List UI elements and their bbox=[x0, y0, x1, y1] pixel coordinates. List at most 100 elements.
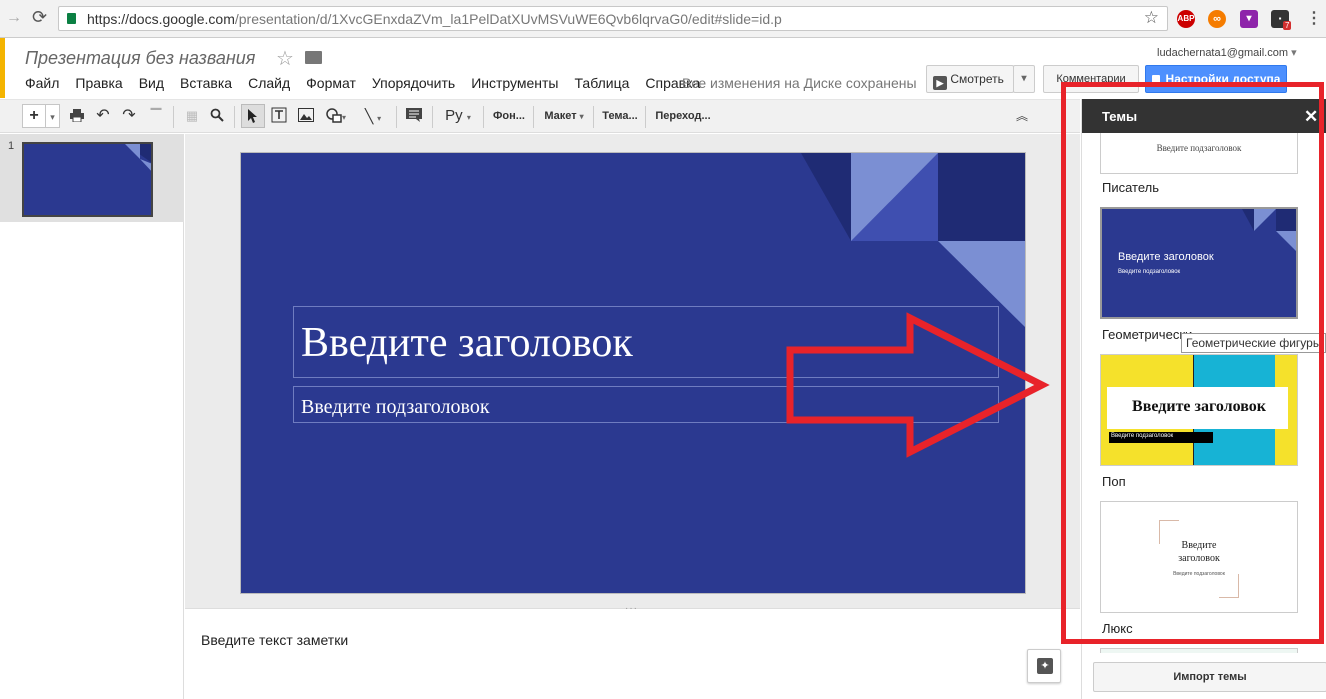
adblock-icon[interactable]: ABP bbox=[1177, 10, 1195, 28]
toolbar-divider bbox=[533, 106, 534, 128]
image-icon[interactable] bbox=[295, 104, 317, 128]
present-dropdown-button[interactable]: ▾ bbox=[1013, 65, 1035, 93]
chrome-menu-icon[interactable]: ⋮ bbox=[1306, 8, 1322, 28]
collapse-toolbar-icon[interactable]: ︽ bbox=[1012, 104, 1032, 128]
present-button[interactable]: ▶ Смотреть bbox=[926, 65, 1014, 93]
menu-slide[interactable]: Слайд bbox=[248, 75, 290, 93]
paint-format-icon[interactable]: ▔ bbox=[146, 104, 166, 128]
star-icon[interactable]: ☆ bbox=[276, 46, 294, 71]
undo-icon[interactable]: ↶ bbox=[93, 104, 113, 128]
menu-bar: Файл Правка Вид Вставка Слайд Формат Упо… bbox=[25, 75, 716, 93]
account-email-text: ludachernata1@gmail.com bbox=[1157, 47, 1289, 59]
notes-placeholder: Введите текст заметки bbox=[201, 632, 349, 648]
theme-label-pop[interactable]: Поп bbox=[1102, 474, 1126, 489]
theme-thumbnail-luxe[interactable]: Введите заголовок Введите подзаголовок bbox=[1100, 501, 1298, 613]
bookmark-star-icon[interactable]: ☆ bbox=[1144, 8, 1159, 28]
toolbar-divider bbox=[645, 106, 646, 128]
chevron-down-icon: ▾ bbox=[466, 113, 471, 122]
menu-tools[interactable]: Инструменты bbox=[471, 75, 558, 93]
menu-table[interactable]: Таблица bbox=[575, 75, 630, 93]
theme-label-geometric[interactable]: Геометрически bbox=[1102, 327, 1192, 342]
url-host: https://docs.google.com bbox=[87, 11, 235, 27]
extension-count-badge: 7 bbox=[1283, 21, 1292, 30]
extension-basket-icon[interactable]: ▾ bbox=[1240, 10, 1258, 28]
account-email[interactable]: ludachernata1@gmail.com ▾ bbox=[1157, 46, 1297, 59]
input-tools-label: Ру bbox=[445, 107, 463, 124]
slide-thumbnail-selected[interactable]: 1 bbox=[0, 134, 184, 222]
explore-button[interactable]: ✦ bbox=[1027, 649, 1061, 683]
lock-icon bbox=[67, 13, 76, 24]
chevron-down-icon: ▾ bbox=[579, 112, 584, 121]
menu-edit[interactable]: Правка bbox=[75, 75, 122, 93]
luxe-corner-bottom bbox=[1219, 574, 1239, 598]
menu-format[interactable]: Формат bbox=[306, 75, 356, 93]
present-label: Смотреть bbox=[950, 72, 1004, 86]
slides-logo-bar bbox=[0, 38, 5, 98]
chevron-down-icon: ▾ bbox=[1291, 47, 1297, 59]
toolbar-divider bbox=[173, 106, 174, 128]
url-path: /presentation/d/1XvcGEnxdaZVm_la1PelDatX… bbox=[234, 11, 782, 27]
theme-thumbnail-next[interactable] bbox=[1100, 648, 1298, 653]
toolbar-divider bbox=[396, 106, 397, 128]
comments-button[interactable]: Комментарии bbox=[1043, 65, 1139, 93]
close-icon[interactable]: ✕ bbox=[1304, 107, 1318, 127]
themes-panel-header: Темы ✕ bbox=[1082, 99, 1326, 133]
reload-icon[interactable]: ⟳ bbox=[32, 7, 47, 28]
print-icon[interactable] bbox=[67, 104, 87, 128]
select-tool-icon[interactable] bbox=[241, 104, 265, 128]
save-status[interactable]: Все изменения на Диске сохранены bbox=[682, 75, 917, 91]
slide-title: Введите заголовок bbox=[301, 320, 633, 366]
import-theme-label: Импорт темы bbox=[1173, 671, 1247, 683]
notes-resize-handle[interactable]: ··· bbox=[625, 603, 638, 614]
new-slide-dropdown-icon[interactable]: ▾ bbox=[46, 104, 60, 128]
new-slide-button[interactable]: + bbox=[22, 104, 46, 128]
theme-thumbnail-writer[interactable]: Введите подзаголовок bbox=[1100, 133, 1298, 174]
menu-arrange[interactable]: Упорядочить bbox=[372, 75, 455, 93]
transition-button[interactable]: Переход... bbox=[651, 104, 715, 128]
comment-icon[interactable] bbox=[403, 104, 425, 128]
document-title[interactable]: Презентация без названия bbox=[25, 48, 255, 69]
line-icon[interactable]: ╲ ▾ bbox=[356, 104, 390, 128]
main-toolbar: + ▾ ↶ ↷ ▔ ▦ ▾ ╲ ▾ Ру ▾ Фон... Макет ▾ Те… bbox=[0, 99, 1080, 133]
themes-panel-title: Темы bbox=[1102, 109, 1138, 124]
theme-luxe-preview-title: Введите заголовок bbox=[1178, 540, 1220, 564]
zoom-icon[interactable] bbox=[207, 104, 227, 128]
menu-insert[interactable]: Вставка bbox=[180, 75, 232, 93]
slide-thumbnail-image[interactable] bbox=[22, 142, 153, 217]
address-bar[interactable]: https://docs.google.com/presentation/d/1… bbox=[58, 6, 1168, 31]
play-icon: ▶ bbox=[933, 76, 947, 90]
theme-pop-preview-subtitle: Введите подзаголовок bbox=[1111, 433, 1174, 439]
theme-button[interactable]: Тема... bbox=[598, 104, 642, 128]
lock-icon bbox=[1151, 75, 1160, 84]
theme-writer-preview-subtitle: Введите подзаголовок bbox=[1156, 143, 1242, 153]
menu-file[interactable]: Файл bbox=[25, 75, 59, 93]
import-theme-button[interactable]: Импорт темы bbox=[1093, 662, 1326, 692]
slide-number: 1 bbox=[8, 140, 15, 152]
extension-infinity-icon[interactable]: ∞ bbox=[1208, 10, 1226, 28]
theme-pop-preview-title: Введите заголовок bbox=[1132, 398, 1266, 415]
toolbar-divider bbox=[234, 106, 235, 128]
toolbar-divider bbox=[483, 106, 484, 128]
layout-button[interactable]: Макет ▾ bbox=[538, 104, 590, 128]
menu-view[interactable]: Вид bbox=[139, 75, 164, 93]
input-tools-button[interactable]: Ру ▾ bbox=[438, 104, 478, 128]
toolbar-divider bbox=[432, 106, 433, 128]
url-text: https://docs.google.com/presentation/d/1… bbox=[87, 11, 782, 27]
shape-icon[interactable]: ▾ bbox=[320, 104, 352, 128]
theme-label-writer[interactable]: Писатель bbox=[1102, 180, 1159, 195]
background-button[interactable]: Фон... bbox=[488, 104, 530, 128]
select-all-icon[interactable]: ▦ bbox=[182, 104, 202, 128]
slide-subtitle: Введите подзаголовок bbox=[301, 396, 490, 418]
folder-icon[interactable] bbox=[305, 51, 322, 64]
themes-panel: Темы ✕ Введите подзаголовок Писатель Вве… bbox=[1081, 99, 1326, 699]
share-button[interactable]: Настройки доступа bbox=[1145, 65, 1287, 93]
forward-icon[interactable]: → bbox=[6, 9, 22, 27]
speaker-notes[interactable]: ··· Введите текст заметки ✦ bbox=[185, 603, 1080, 699]
annotation-arrow bbox=[786, 312, 1050, 458]
theme-thumbnail-pop[interactable]: Введите заголовок Введите подзаголовок bbox=[1100, 354, 1298, 466]
theme-label-luxe[interactable]: Люкс bbox=[1102, 621, 1133, 636]
theme-thumbnail-geometric[interactable]: Введите заголовок Введите подзаголовок bbox=[1100, 207, 1298, 319]
redo-icon[interactable]: ↷ bbox=[119, 104, 139, 128]
text-box-icon[interactable] bbox=[268, 104, 290, 128]
theme-geometric-preview-subtitle: Введите подзаголовок bbox=[1118, 269, 1181, 275]
